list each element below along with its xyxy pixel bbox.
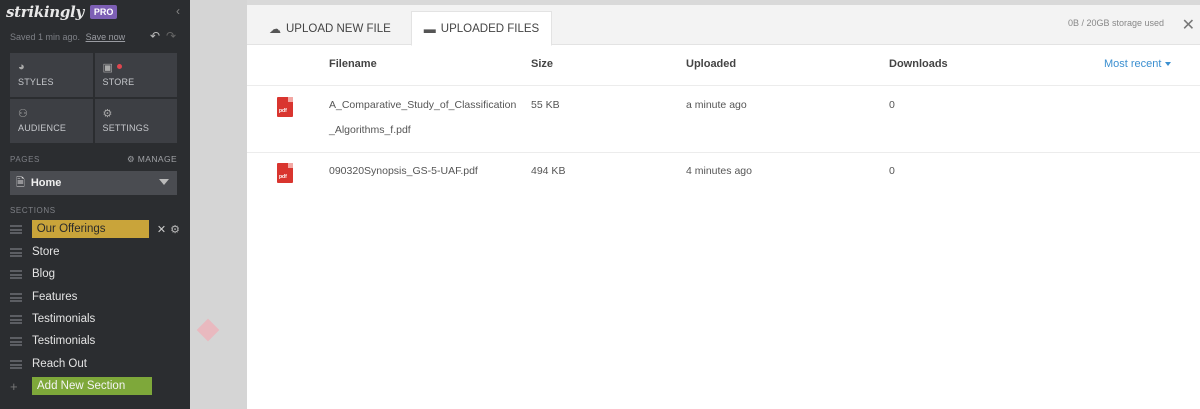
drag-handle-icon[interactable] [10,359,22,369]
styles-button[interactable]: ◕ STYLES [10,53,93,97]
file-size: 55 KB [531,99,560,111]
saved-text: Saved 1 min ago. [10,32,81,42]
page-canvas-overlay [190,0,247,409]
column-filename: Filename [329,58,377,70]
section-label: Blog [32,268,56,280]
add-section-label: Add New Section [32,377,152,395]
file-name[interactable]: 090320Synopsis_GS-5-UAF.pdf [329,159,519,184]
section-label: Reach Out [32,358,87,370]
add-new-section-button[interactable]: + Add New Section [10,377,152,395]
chevron-down-icon [1165,62,1172,67]
pdf-icon-text: pdf [279,108,287,114]
file-size: 494 KB [531,165,566,177]
gear-icon: ⚙ [127,154,136,164]
sort-label: Most recent [1104,58,1162,70]
audience-button[interactable]: ⚇ AUDIENCE [10,99,93,143]
section-settings-icon[interactable]: ⚙ [170,223,180,236]
column-uploaded: Uploaded [686,58,737,70]
folder-icon: ▬ [423,21,436,36]
undo-icon[interactable]: ↶ [150,29,160,43]
close-icon[interactable]: ✕ [1182,15,1195,35]
drag-handle-icon[interactable] [10,224,22,234]
store-bag-icon: ▣ [102,62,113,74]
section-item-blog[interactable]: Blog [10,264,180,284]
pdf-icon-text: pdf [279,174,287,180]
gear-icon: ⚙ [102,108,113,120]
section-label: Testimonials [32,335,96,347]
file-downloads: 0 [889,165,895,177]
editor-tools: ◕ STYLES ▣ STORE ⚇ AUDIENCE ⚙ SETTINGS [10,53,177,143]
manage-pages-button[interactable]: ⚙ MANAGE [127,154,177,165]
drag-handle-icon[interactable] [10,314,22,324]
pro-badge: PRO [89,5,118,19]
store-label: STORE [102,77,135,87]
collapse-sidebar-icon[interactable]: ‹ [176,4,180,18]
plus-icon: + [10,378,18,394]
drag-handle-icon[interactable] [10,336,22,346]
drag-handle-icon[interactable] [10,292,22,302]
file-table-header: Filename Size Uploaded Downloads Most re… [247,45,1200,86]
cloud-upload-icon: ☁ [269,21,281,36]
section-item-testimonials-2[interactable]: Testimonials [10,331,180,351]
pdf-file-icon: pdf [277,163,293,183]
table-row[interactable]: pdf 090320Synopsis_GS-5-UAF.pdf 494 KB 4… [247,153,1200,203]
section-item-features[interactable]: Features [10,287,180,307]
notification-dot [116,64,122,69]
settings-button[interactable]: ⚙ SETTINGS [94,99,177,143]
section-label: Store [32,246,60,258]
store-button[interactable]: ▣ STORE [94,53,177,97]
manage-label: MANAGE [137,154,178,164]
styles-label: STYLES [18,77,54,87]
sort-dropdown[interactable]: Most recent [1104,58,1172,70]
section-item-reach-out[interactable]: Reach Out [10,354,180,374]
pdf-file-icon: pdf [277,97,293,117]
file-name[interactable]: A_Comparative_Study_of_Classification_Al… [329,93,519,143]
file-uploaded: 4 minutes ago [686,165,752,177]
section-label: Features [32,291,78,303]
people-icon: ⚇ [18,108,28,120]
page-select[interactable]: 🗎 Home [10,171,177,195]
pages-heading: PAGES [10,155,40,164]
save-status: Saved 1 min ago. Save now [10,32,125,42]
tab-label: UPLOAD NEW FILE [286,22,391,35]
page-icon: 🗎 [16,176,25,189]
file-uploaded: a minute ago [686,99,747,111]
editor-sidebar: strikingly PRO ‹ Saved 1 min ago. Save n… [0,0,190,409]
column-downloads: Downloads [889,58,948,70]
drag-handle-icon[interactable] [10,269,22,279]
sections-heading: SECTIONS [10,206,56,215]
settings-label: SETTINGS [102,123,150,133]
drag-handle-icon[interactable] [10,247,22,257]
section-item-store[interactable]: Store [10,242,180,262]
current-page: Home [30,177,62,189]
file-downloads: 0 [889,99,895,111]
column-size: Size [531,58,554,70]
section-item-testimonials[interactable]: Testimonials [10,309,180,329]
brand: strikingly PRO [6,3,118,21]
redo-icon[interactable]: ↷ [166,29,176,43]
strikingly-logo[interactable]: strikingly [6,3,84,21]
tab-uploaded-files[interactable]: ▬ UPLOADED FILES [411,11,552,46]
palette-icon: ◕ [18,61,25,73]
modal-header: ☁ UPLOAD NEW FILE ▬ UPLOADED FILES 0B / … [247,5,1200,46]
table-row[interactable]: pdf A_Comparative_Study_of_Classificatio… [247,87,1200,153]
file-manager-modal: ☁ UPLOAD NEW FILE ▬ UPLOADED FILES 0B / … [247,5,1200,409]
audience-label: AUDIENCE [18,123,67,133]
section-item-our-offerings[interactable]: Our Offerings ✕ ⚙ [10,219,180,239]
delete-section-icon[interactable]: ✕ [157,223,166,236]
tab-upload-new-file[interactable]: ☁ UPLOAD NEW FILE [269,11,391,46]
storage-usage: 0B / 20GB storage used [1067,18,1164,28]
section-label: Testimonials [32,313,96,325]
chevron-down-icon [159,179,169,185]
tab-label: UPLOADED FILES [440,22,540,35]
save-now-link[interactable]: Save now [86,32,126,42]
section-label: Our Offerings [31,220,149,238]
